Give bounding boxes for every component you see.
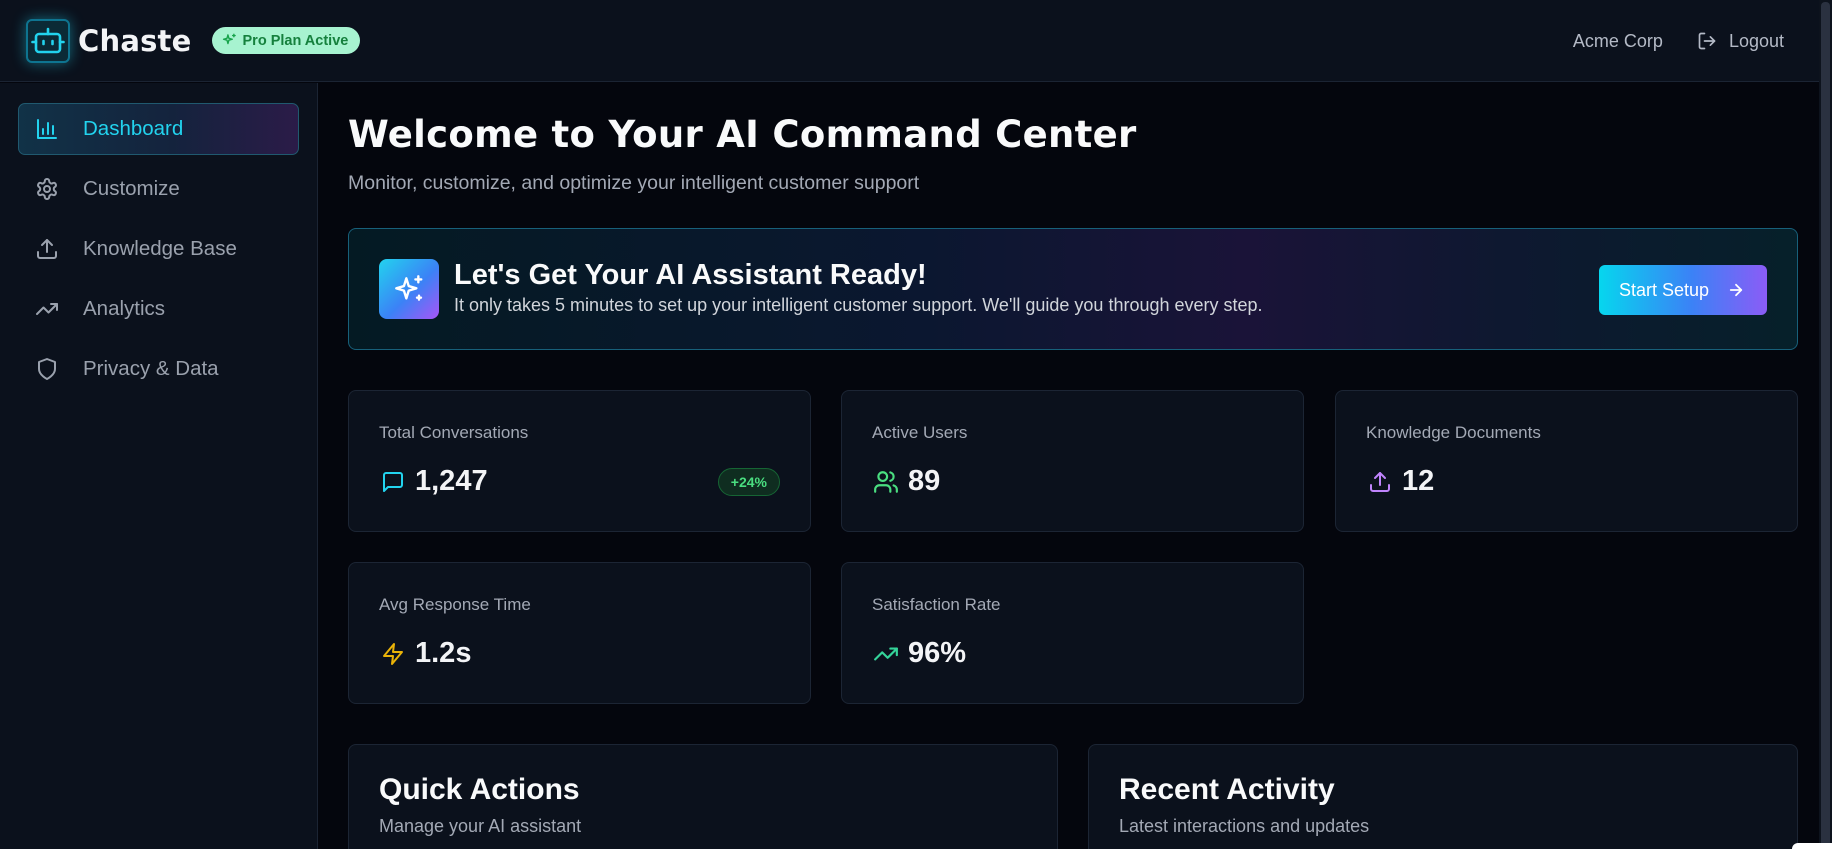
page-title: Welcome to Your AI Command Center [348, 113, 1137, 156]
growth-badge: +24% [717, 468, 780, 496]
stat-card-active-users: Active Users 89 [841, 390, 1304, 532]
sidebar-item-analytics[interactable]: Analytics [18, 283, 299, 335]
sidebar-item-label: Analytics [83, 297, 166, 320]
panel-title: Recent Activity [1119, 773, 1335, 806]
message-square-icon [379, 468, 407, 496]
start-setup-label: Start Setup [1619, 279, 1710, 300]
vertical-scrollbar[interactable] [1819, 0, 1832, 849]
upload-icon [1366, 468, 1394, 496]
sidebar-item-privacy[interactable]: Privacy & Data [18, 343, 299, 395]
stat-card-avg-response-time: Avg Response Time 1.2s [348, 562, 811, 704]
organization-name: Acme Corp [1572, 30, 1663, 51]
stat-value: 96% [908, 637, 967, 669]
logout-icon [1697, 31, 1717, 51]
zap-icon [379, 640, 407, 668]
sidebar-item-knowledge-base[interactable]: Knowledge Base [18, 223, 299, 275]
plan-status-badge: Pro Plan Active [211, 27, 361, 54]
start-setup-button[interactable]: Start Setup [1599, 265, 1767, 315]
sidebar-item-label: Customize [83, 177, 180, 200]
logout-button[interactable]: Logout [1697, 31, 1784, 52]
top-header: Chaste Pro Plan Active Acme Corp Logout [0, 0, 1832, 82]
sidebar-item-dashboard[interactable]: Dashboard [18, 103, 299, 155]
stat-label: Total Conversations [379, 423, 529, 442]
trending-up-icon [872, 640, 900, 668]
page-subtitle: Monitor, customize, and optimize your in… [348, 172, 920, 194]
stat-value: 89 [908, 465, 941, 497]
sidebar-item-label: Privacy & Data [83, 357, 219, 380]
sidebar-item-customize[interactable]: Customize [18, 163, 299, 215]
panel-title: Quick Actions [379, 773, 580, 806]
scrollbar-thumb[interactable] [1821, 2, 1830, 847]
corner-widget [1792, 843, 1832, 849]
stat-card-total-conversations: Total Conversations 1,247 +24% [348, 390, 811, 532]
logout-label: Logout [1728, 30, 1784, 51]
plan-badge-label: Pro Plan Active [242, 32, 349, 49]
stat-label: Satisfaction Rate [872, 595, 1001, 614]
sidebar: Dashboard Customize Knowledge Base Analy… [0, 83, 318, 849]
main-content: Welcome to Your AI Command Center Monito… [348, 83, 1798, 849]
gear-icon [33, 175, 61, 203]
bot-logo-icon [26, 18, 70, 63]
setup-banner: Let's Get Your AI Assistant Ready! It on… [348, 228, 1798, 350]
sparkles-icon [222, 33, 237, 48]
upload-icon [33, 235, 61, 263]
sidebar-item-label: Dashboard [83, 117, 184, 140]
trending-up-icon [33, 295, 61, 323]
stat-label: Avg Response Time [379, 595, 531, 614]
stat-card-knowledge-documents: Knowledge Documents 12 [1335, 390, 1798, 532]
bar-chart-icon [33, 115, 61, 143]
users-icon [872, 468, 900, 496]
brand[interactable]: Chaste [26, 18, 192, 63]
sidebar-item-label: Knowledge Base [83, 237, 237, 260]
app-name: Chaste [78, 23, 192, 58]
recent-activity-panel: Recent Activity Latest interactions and … [1088, 744, 1798, 849]
stat-value: 1.2s [415, 637, 472, 669]
panel-subtitle: Latest interactions and updates [1119, 816, 1370, 836]
sparkles-icon [379, 259, 439, 319]
stat-card-satisfaction-rate: Satisfaction Rate 96% [841, 562, 1304, 704]
stat-value: 12 [1402, 465, 1435, 497]
banner-title: Let's Get Your AI Assistant Ready! [454, 259, 927, 291]
banner-description: It only takes 5 minutes to set up your i… [454, 295, 1263, 315]
stat-label: Active Users [872, 423, 968, 442]
shield-icon [33, 355, 61, 383]
arrow-right-icon [1727, 281, 1745, 299]
panel-subtitle: Manage your AI assistant [379, 816, 582, 836]
quick-actions-panel: Quick Actions Manage your AI assistant [348, 744, 1058, 849]
stat-value: 1,247 [415, 465, 488, 497]
stat-label: Knowledge Documents [1366, 423, 1541, 442]
